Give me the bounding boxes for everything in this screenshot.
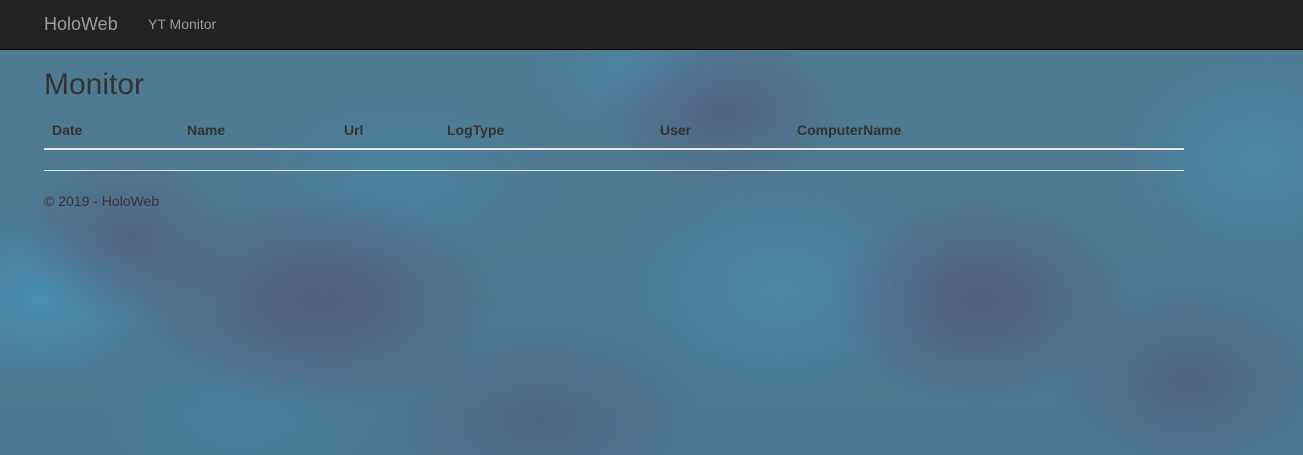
page-title: Monitor	[44, 68, 145, 101]
table-header-row: Date Name Url LogType User ComputerName	[44, 114, 1184, 150]
column-header-name: Name	[179, 114, 336, 150]
column-header-date: Date	[44, 114, 179, 150]
nav-link-yt-monitor[interactable]: YT Monitor	[148, 0, 216, 50]
column-header-logtype: LogType	[439, 114, 652, 150]
table-header: Date Name Url LogType User ComputerName	[44, 114, 1184, 150]
brand-link[interactable]: HoloWeb	[44, 0, 118, 50]
top-navbar: HoloWeb YT Monitor	[0, 0, 1303, 50]
monitor-table: Date Name Url LogType User ComputerName	[44, 114, 1184, 150]
footer-copyright: © 2019 - HoloWeb	[44, 193, 160, 209]
column-header-computername: ComputerName	[789, 114, 1184, 150]
column-header-url: Url	[336, 114, 439, 150]
column-header-user: User	[652, 114, 789, 150]
footer-divider	[44, 170, 1184, 171]
